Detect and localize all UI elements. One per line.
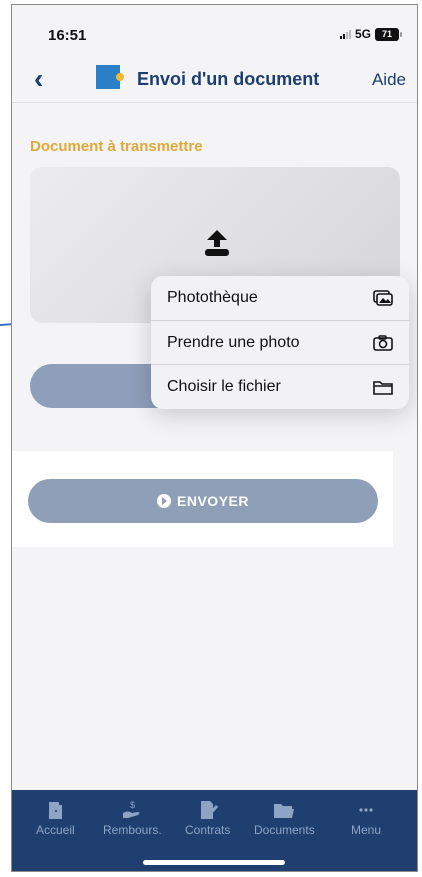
status-indicators: 5G 71 [339, 27, 402, 41]
nav-item-accueil[interactable]: Accueil [36, 800, 75, 837]
photo-library-icon [373, 290, 393, 306]
upload-icon [205, 230, 229, 256]
page-title: Envoi d'un document [137, 69, 320, 89]
send-button-label: ENVOYER [177, 493, 249, 509]
app-logo [96, 65, 124, 89]
battery-icon: 71 [375, 27, 402, 41]
document-section-label: Document à transmettre [30, 138, 203, 155]
document-pen-icon [200, 801, 218, 819]
nav-label: Rembours. [103, 823, 162, 837]
nav-item-contrats[interactable]: Contrats [185, 800, 230, 837]
menu-item-choose-file[interactable]: Choisir le fichier [151, 364, 409, 408]
menu-item-photo-library[interactable]: Photothèque [151, 276, 409, 320]
nav-label: Menu [351, 823, 382, 837]
status-time: 16:51 [48, 27, 87, 44]
menu-item-label: Choisir le fichier [167, 377, 281, 395]
camera-icon [373, 334, 393, 351]
menu-item-label: Photothèque [167, 289, 258, 306]
folder-icon [373, 380, 393, 395]
phone-screen: 16:51 5G 71 ‹ Envoi d'un document Aide D… [11, 4, 418, 872]
bottom-navigation: Accueil $ Rembours. Contrats Documents M… [12, 790, 417, 871]
nav-item-menu[interactable]: Menu [351, 800, 381, 837]
network-label: 5G [354, 27, 371, 41]
arrow-circle-icon [157, 494, 172, 508]
help-link[interactable]: Aide [372, 70, 406, 90]
nav-item-rembours[interactable]: $ Rembours. [103, 800, 162, 837]
more-icon [359, 808, 373, 812]
app-header: ‹ Envoi d'un document Aide [12, 57, 417, 103]
menu-item-label: Prendre une photo [167, 333, 300, 351]
status-bar: 16:51 5G 71 [12, 5, 417, 57]
send-button[interactable]: ENVOYER [28, 479, 378, 523]
nav-item-documents[interactable]: Documents [254, 800, 315, 837]
door-icon [49, 802, 63, 819]
nav-label: Documents [254, 823, 315, 837]
svg-text:$: $ [130, 800, 135, 810]
home-indicator [143, 860, 285, 865]
source-picker-menu: Photothèque Prendre une photo Choisir le… [151, 276, 409, 409]
signal-icon [339, 29, 351, 39]
nav-label: Accueil [36, 823, 75, 837]
hand-coin-icon: $ [123, 800, 140, 818]
folder-open-icon [274, 804, 295, 818]
menu-item-take-photo[interactable]: Prendre une photo [151, 320, 409, 364]
chevron-left-icon[interactable]: ‹ [34, 65, 43, 93]
nav-label: Contrats [185, 823, 231, 837]
